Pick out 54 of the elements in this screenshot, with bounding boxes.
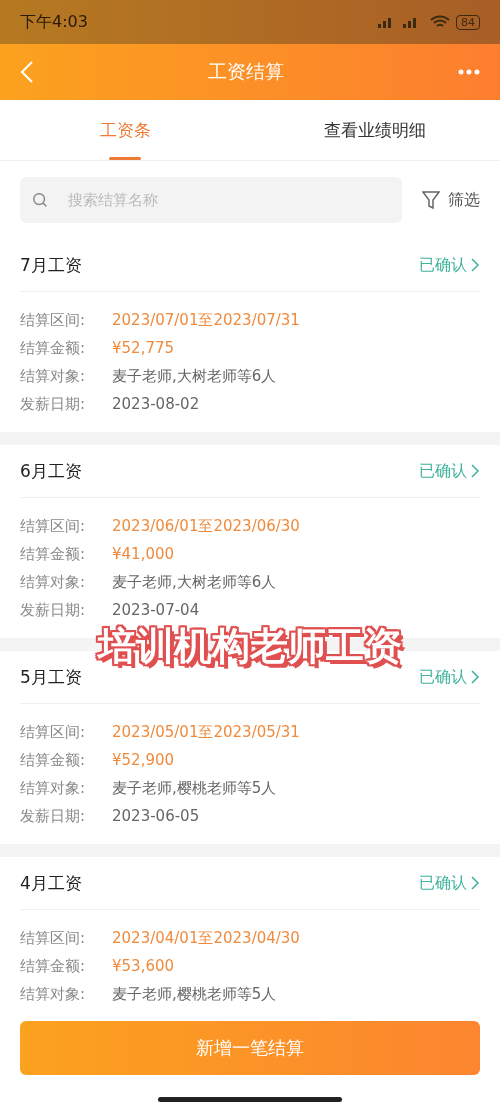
field-value: 麦子老师,樱桃老师等5人 [112,778,277,798]
field-label: 发薪日期: [20,600,87,620]
field-label: 结算区间: [20,722,87,742]
tab[interactable]: 工资条 [0,100,250,160]
settlement-title: 7月工资 [20,253,82,277]
field-value: 2023/06/01至2023/06/30 [112,516,300,536]
field-value: 2023/05/01至2023/05/31 [112,722,300,742]
field-label: 结算对象: [20,778,87,798]
field-value: 2023/07/01至2023/07/31 [112,310,300,330]
chevron-icon [471,258,480,272]
status-link[interactable]: 已确认 [419,254,480,276]
field-label: 结算区间: [20,310,87,330]
back-icon[interactable] [20,60,34,84]
wifi-icon [430,15,450,29]
field-label: 结算金额: [20,956,87,976]
field-value: 2023-08-02 [112,395,200,413]
field-label: 发薪日期: [20,394,87,414]
field-value: 2023/04/01至2023/04/30 [112,928,300,948]
chevron-icon [471,464,480,478]
field-label: 结算区间: [20,928,87,948]
field-value: 麦子老师,大树老师等6人 [112,366,277,386]
status-link[interactable]: 已确认 [419,460,480,482]
add-settlement-button[interactable]: 新增一笔结算 [20,1021,480,1075]
field-label: 结算对象: [20,366,87,386]
field-value: ¥41,000 [112,545,175,563]
tab[interactable]: 查看业绩明细 [250,100,500,160]
status-time: 下午4:03 [20,11,88,33]
settlement-title: 5月工资 [20,665,82,689]
field-label: 结算对象: [20,572,87,592]
field-label: 结算区间: [20,516,87,536]
settlement-title: 6月工资 [20,459,82,483]
page-title: 工资结算 [208,59,284,84]
filter-icon [422,190,440,210]
search-icon [32,191,49,209]
field-label: 结算金额: [20,544,87,564]
field-value: ¥52,900 [112,751,175,769]
field-label: 发薪日期: [20,806,87,826]
status-link[interactable]: 已确认 [419,666,480,688]
filter-button[interactable]: 筛选 [422,189,480,211]
chevron-icon [471,876,480,890]
field-value: 2023-06-05 [112,807,200,825]
status-link[interactable]: 已确认 [419,872,480,894]
field-label: 结算金额: [20,750,87,770]
more-icon[interactable] [458,69,480,75]
battery-indicator: 84 [456,14,480,30]
field-label: 结算对象: [20,984,87,1004]
field-value: 麦子老师,大树老师等6人 [112,572,277,592]
field-value: 2023-07-04 [112,601,200,619]
field-value: 麦子老师,樱桃老师等5人 [112,984,277,1004]
field-label: 结算金额: [20,338,87,358]
field-value: ¥53,600 [112,957,175,975]
settlement-title: 4月工资 [20,871,82,895]
field-value: ¥52,775 [112,339,175,357]
chevron-icon [471,670,480,684]
